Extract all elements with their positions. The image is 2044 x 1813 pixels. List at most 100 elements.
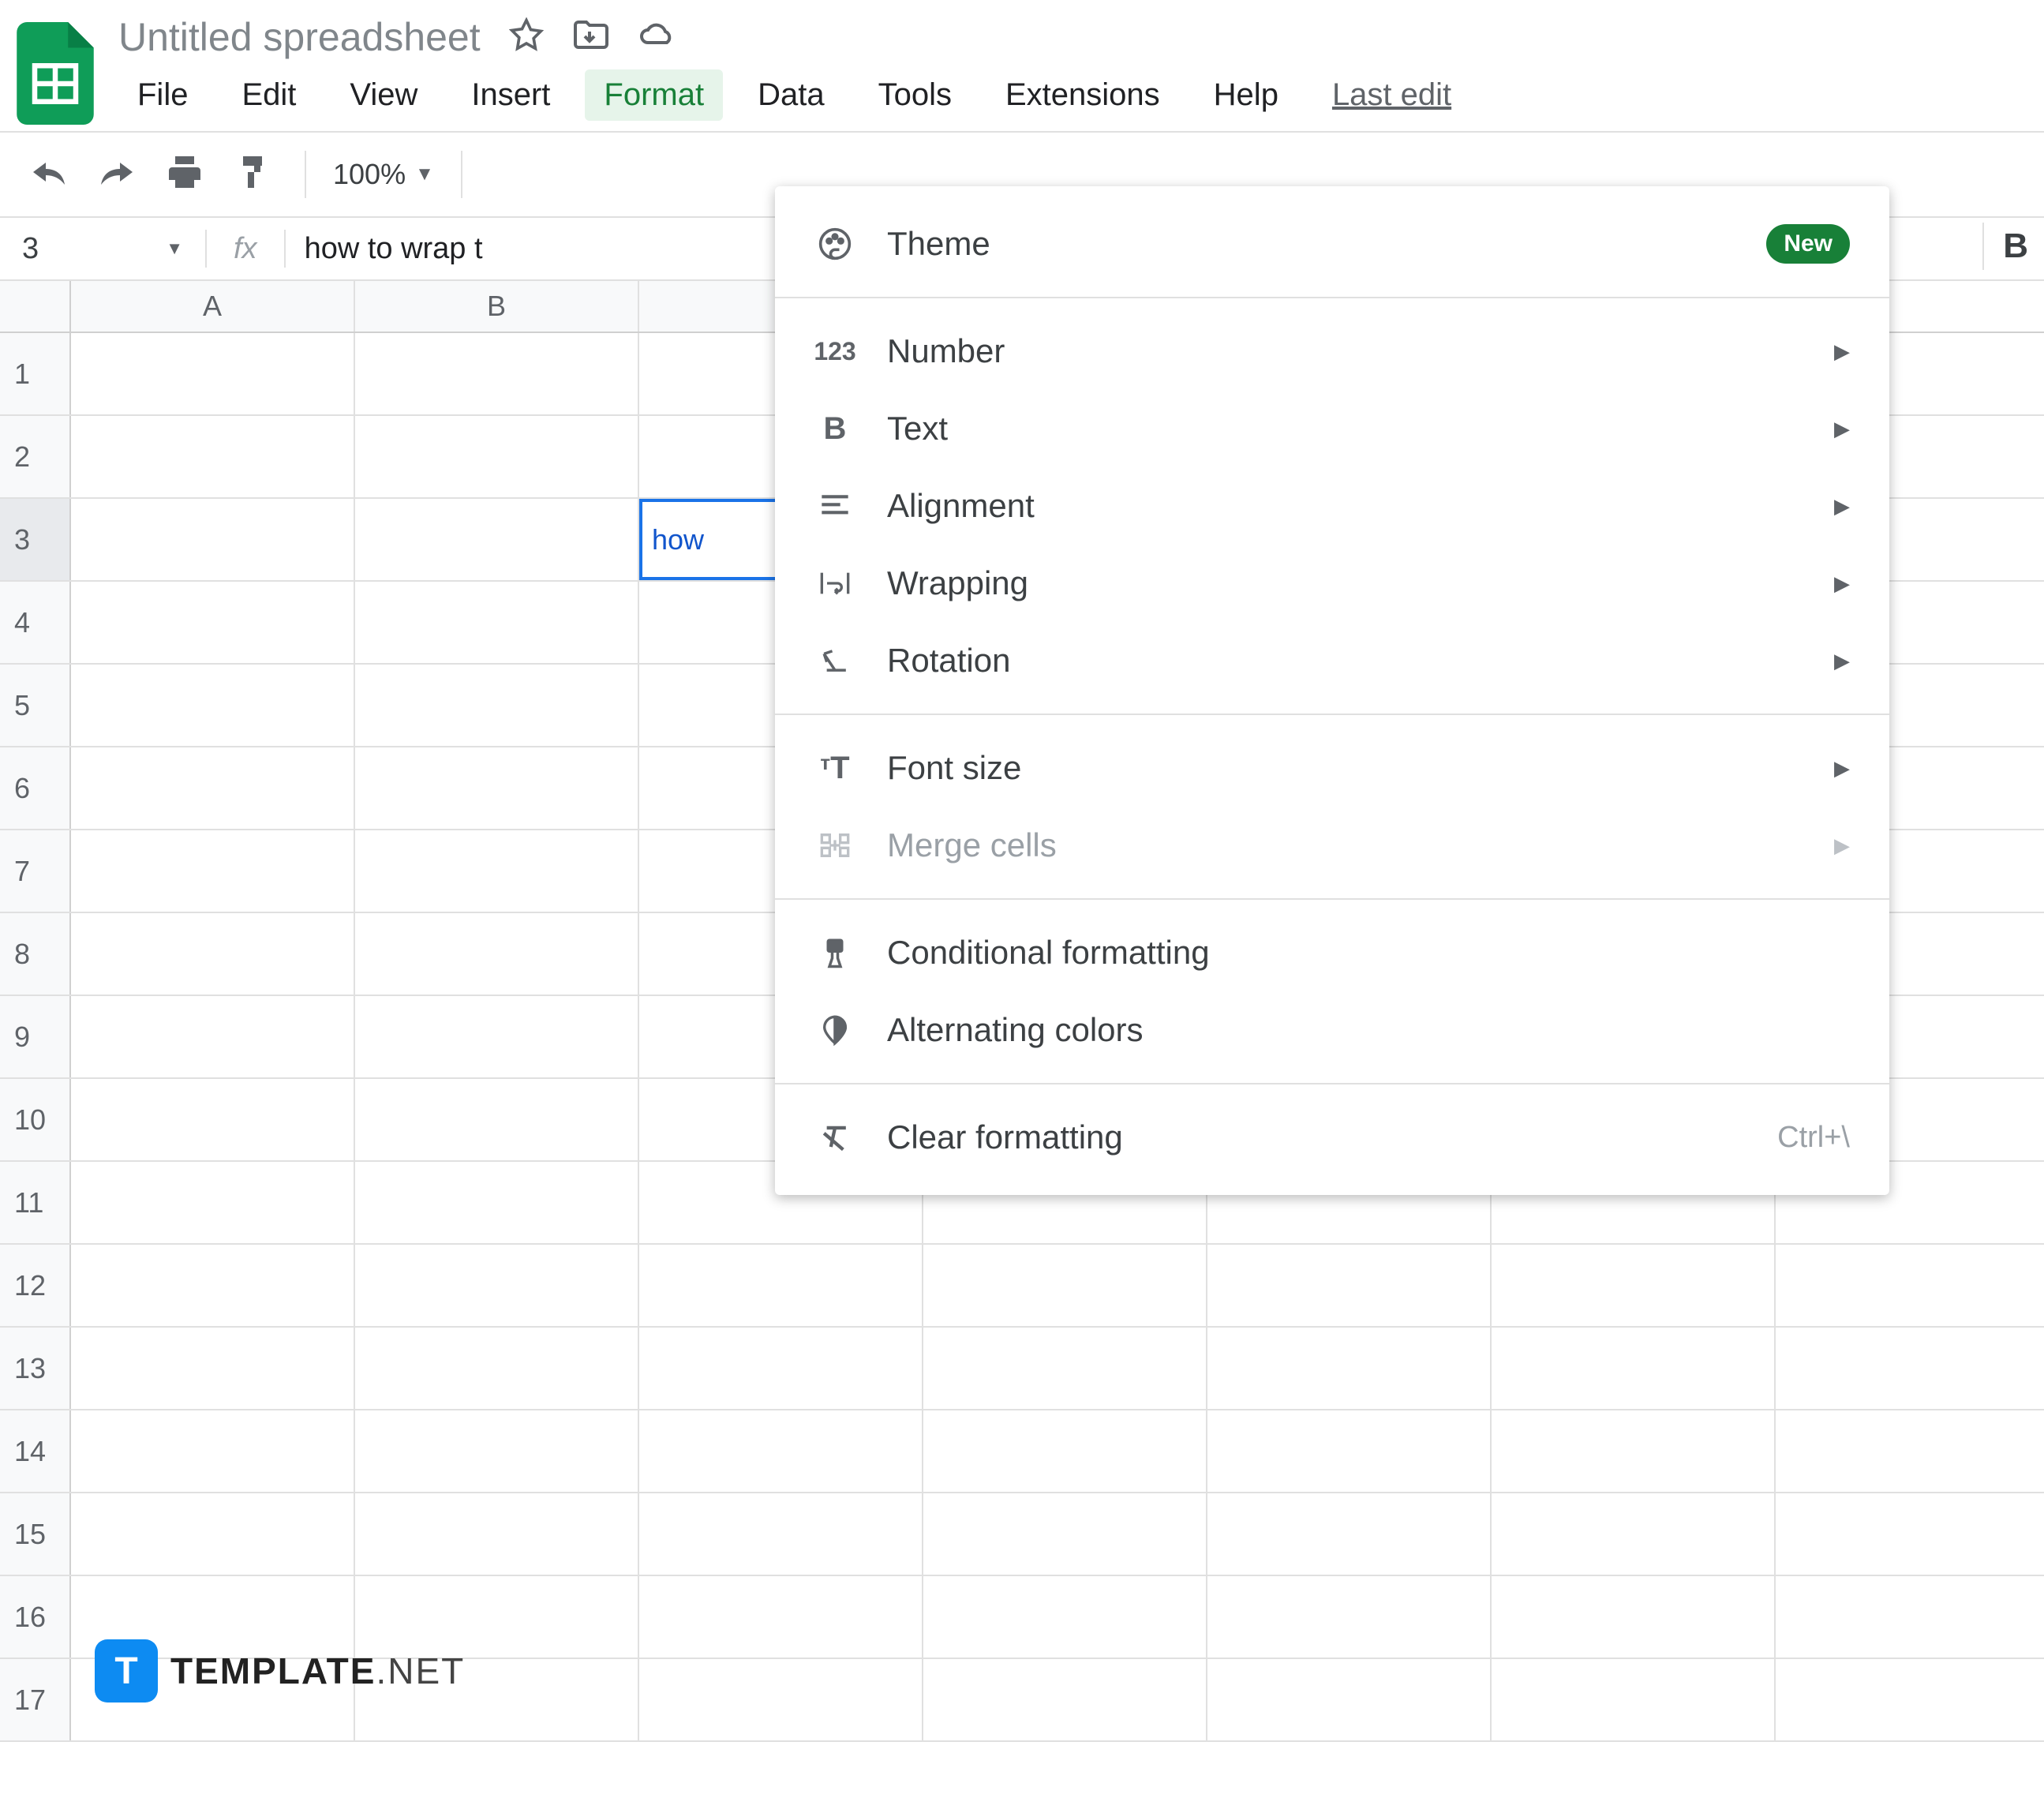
cell[interactable] xyxy=(71,333,355,414)
select-all-corner[interactable] xyxy=(0,281,71,332)
cell[interactable] xyxy=(71,499,355,580)
undo-icon[interactable] xyxy=(24,150,74,200)
move-folder-icon[interactable] xyxy=(572,17,610,58)
cell[interactable] xyxy=(1207,1328,1492,1409)
row-header[interactable]: 4 xyxy=(0,582,71,663)
cell[interactable] xyxy=(355,1245,639,1326)
cell[interactable] xyxy=(923,1328,1207,1409)
cell[interactable] xyxy=(355,416,639,497)
cell[interactable] xyxy=(71,1328,355,1409)
cell[interactable] xyxy=(1207,1410,1492,1492)
format-text[interactable]: B Text ▶ xyxy=(775,390,1889,467)
cell[interactable] xyxy=(639,1328,923,1409)
cell-name-box[interactable]: 3 ▼ xyxy=(0,232,205,266)
print-icon[interactable] xyxy=(159,147,210,203)
row-header[interactable]: 10 xyxy=(0,1079,71,1160)
cell[interactable] xyxy=(71,830,355,912)
row-header[interactable]: 13 xyxy=(0,1328,71,1409)
cell[interactable] xyxy=(71,582,355,663)
paint-format-icon[interactable] xyxy=(227,147,278,203)
menu-last-edit[interactable]: Last edit xyxy=(1313,69,1470,121)
menu-format[interactable]: Format xyxy=(585,69,723,121)
format-rotation[interactable]: Rotation ▶ xyxy=(775,622,1889,699)
row-header[interactable]: 12 xyxy=(0,1245,71,1326)
menu-data[interactable]: Data xyxy=(739,69,844,121)
cell[interactable] xyxy=(923,1576,1207,1658)
cell[interactable] xyxy=(355,665,639,746)
row-header[interactable]: 1 xyxy=(0,333,71,414)
cell[interactable] xyxy=(639,1245,923,1326)
cell[interactable] xyxy=(355,1162,639,1243)
row-header[interactable]: 8 xyxy=(0,913,71,995)
redo-icon[interactable] xyxy=(92,150,142,200)
cell[interactable] xyxy=(639,1576,923,1658)
document-title[interactable]: Untitled spreadsheet xyxy=(118,14,481,60)
cell[interactable] xyxy=(639,1659,923,1740)
cell[interactable] xyxy=(355,1493,639,1575)
cloud-status-icon[interactable] xyxy=(638,17,676,58)
zoom-selector[interactable]: 100% ▼ xyxy=(333,158,434,191)
cell[interactable] xyxy=(71,996,355,1077)
cell[interactable] xyxy=(355,1328,639,1409)
cell[interactable] xyxy=(923,1659,1207,1740)
cell[interactable] xyxy=(1492,1576,1776,1658)
row-header[interactable]: 11 xyxy=(0,1162,71,1243)
row-header[interactable]: 9 xyxy=(0,996,71,1077)
cell[interactable] xyxy=(923,1410,1207,1492)
menu-extensions[interactable]: Extensions xyxy=(986,69,1179,121)
row-header[interactable]: 17 xyxy=(0,1659,71,1740)
cell[interactable] xyxy=(355,499,639,580)
cell[interactable] xyxy=(355,1079,639,1160)
cell[interactable] xyxy=(1207,1245,1492,1326)
row-header[interactable]: 5 xyxy=(0,665,71,746)
cell[interactable] xyxy=(355,913,639,995)
cell[interactable] xyxy=(1492,1659,1776,1740)
cell[interactable] xyxy=(639,1410,923,1492)
cell[interactable] xyxy=(71,1493,355,1575)
menu-help[interactable]: Help xyxy=(1195,69,1297,121)
cell[interactable] xyxy=(1207,1576,1492,1658)
formula-input[interactable]: how to wrap t xyxy=(286,232,483,266)
menu-edit[interactable]: Edit xyxy=(223,69,315,121)
cell[interactable] xyxy=(355,1410,639,1492)
format-alternating[interactable]: Alternating colors xyxy=(775,991,1889,1069)
cell[interactable] xyxy=(71,913,355,995)
row-header[interactable]: 3 xyxy=(0,499,71,580)
cell[interactable] xyxy=(71,1079,355,1160)
cell[interactable] xyxy=(1492,1493,1776,1575)
cell[interactable] xyxy=(923,1493,1207,1575)
row-header[interactable]: 2 xyxy=(0,416,71,497)
format-conditional[interactable]: Conditional formatting xyxy=(775,914,1889,991)
format-number[interactable]: 123 Number ▶ xyxy=(775,313,1889,390)
cell[interactable] xyxy=(355,747,639,829)
menu-view[interactable]: View xyxy=(331,69,436,121)
cell[interactable] xyxy=(71,1410,355,1492)
cell[interactable] xyxy=(1492,1410,1776,1492)
cell[interactable] xyxy=(71,416,355,497)
format-theme[interactable]: Theme New xyxy=(775,205,1889,283)
format-font-size[interactable]: тT Font size ▶ xyxy=(775,729,1889,807)
row-header[interactable]: 6 xyxy=(0,747,71,829)
cell[interactable] xyxy=(1207,1493,1492,1575)
menu-file[interactable]: File xyxy=(118,69,207,121)
cell[interactable] xyxy=(1492,1245,1776,1326)
cell[interactable] xyxy=(355,582,639,663)
format-wrapping[interactable]: Wrapping ▶ xyxy=(775,545,1889,622)
cell[interactable] xyxy=(923,1245,1207,1326)
row-header[interactable]: 16 xyxy=(0,1576,71,1658)
cell[interactable] xyxy=(71,665,355,746)
menu-insert[interactable]: Insert xyxy=(452,69,569,121)
cell[interactable] xyxy=(1207,1659,1492,1740)
bold-button[interactable]: B xyxy=(2003,227,2028,266)
row-header[interactable]: 7 xyxy=(0,830,71,912)
cell[interactable] xyxy=(639,1493,923,1575)
column-header-a[interactable]: A xyxy=(71,281,355,332)
format-alignment[interactable]: Alignment ▶ xyxy=(775,467,1889,545)
cell[interactable] xyxy=(71,1245,355,1326)
cell[interactable] xyxy=(355,333,639,414)
cell[interactable] xyxy=(71,747,355,829)
menu-tools[interactable]: Tools xyxy=(859,69,971,121)
cell[interactable] xyxy=(71,1162,355,1243)
cell[interactable] xyxy=(355,830,639,912)
format-clear[interactable]: Clear formatting Ctrl+\ xyxy=(775,1099,1889,1176)
